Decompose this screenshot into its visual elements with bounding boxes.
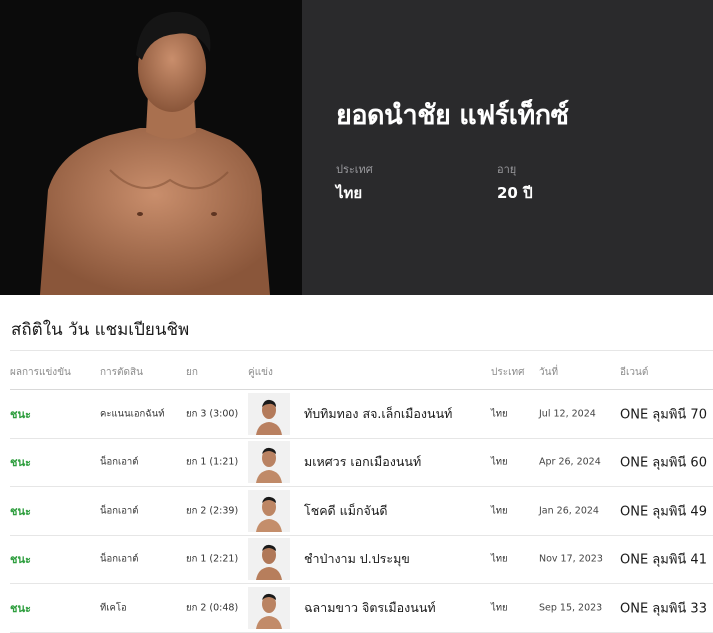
fighter-portrait-image	[0, 0, 302, 295]
table-row[interactable]: ชนะ น็อกเอาต์ ยก 2 (2:39) โชคดี แม็กจันด…	[10, 487, 713, 536]
event-link[interactable]: ONE ลุมพินี 49	[620, 500, 707, 521]
opponent-name-link[interactable]: โชคดี แม็กจันดี	[304, 501, 388, 521]
header-round: ยก	[186, 367, 198, 378]
header-result: ผลการแข่งขัน	[10, 367, 71, 378]
event-link[interactable]: ONE ลุมพินี 33	[620, 597, 707, 618]
country-cell: ไทย	[491, 602, 508, 614]
method-cell: คะแนนเอกฉันท์	[100, 408, 165, 420]
result-cell: ชนะ	[10, 504, 31, 518]
round-cell: ยก 2 (2:39)	[186, 505, 239, 517]
event-link[interactable]: ONE ลุมพินี 70	[620, 403, 707, 424]
header-date: วันที่	[539, 367, 559, 378]
round-cell: ยก 1 (2:21)	[186, 553, 239, 565]
round-cell: ยก 2 (0:48)	[186, 602, 239, 614]
fighter-hero: ยอดนำชัย แฟร์เท็กซ์ ประเทศ ไทย อายุ 20 ป…	[0, 0, 713, 295]
country-cell: ไทย	[491, 456, 508, 468]
age-label: อายุ	[497, 163, 517, 176]
table-row[interactable]: ชนะ น็อกเอาต์ ยก 1 (2:21) ชำป่างาม ป.ประ…	[10, 536, 713, 584]
result-cell: ชนะ	[10, 456, 31, 470]
round-cell: ยก 1 (1:21)	[186, 456, 239, 468]
header-country: ประเทศ	[491, 367, 525, 378]
table-header: ผลการแข่งขัน การตัดสิน ยก คู่แข่ง ประเทศ…	[10, 350, 713, 390]
result-cell: ชนะ	[10, 601, 31, 615]
table-row[interactable]: ชนะ คะแนนเอกฉันท์ ยก 3 (3:00) ทับทิมทอง …	[10, 390, 713, 439]
age-value: 20 ปี	[497, 184, 533, 202]
country-cell: ไทย	[491, 505, 508, 517]
round-cell: ยก 3 (3:00)	[186, 408, 239, 420]
date-cell: Apr 26, 2024	[539, 456, 601, 468]
event-link[interactable]: ONE ลุมพินี 41	[620, 549, 707, 570]
opponent-name-link[interactable]: ชำป่างาม ป.ประมุข	[304, 549, 410, 569]
table-row[interactable]: ชนะ ทีเคโอ ยก 2 (0:48) ฉลามขาว จิตรเมือง…	[10, 584, 713, 633]
date-cell: Nov 17, 2023	[539, 553, 603, 565]
header-method: การตัดสิน	[100, 367, 143, 378]
opponent-name-link[interactable]: ทับทิมทอง สจ.เล็กเมืองนนท์	[304, 404, 452, 424]
country-cell: ไทย	[491, 408, 508, 420]
country-label: ประเทศ	[336, 163, 373, 176]
table-row[interactable]: ชนะ น็อกเอาต์ ยก 1 (1:21) มเหศวร เอกเมือ…	[10, 439, 713, 487]
opponent-avatar[interactable]	[248, 586, 290, 629]
method-cell: ทีเคโอ	[100, 602, 127, 614]
date-cell: Jan 26, 2024	[539, 505, 599, 517]
method-cell: น็อกเอาต์	[100, 505, 139, 517]
event-link[interactable]: ONE ลุมพินี 60	[620, 452, 707, 473]
header-opponent: คู่แข่ง	[248, 367, 273, 378]
country-value: ไทย	[336, 184, 363, 202]
country-cell: ไทย	[491, 553, 508, 565]
fighter-photo	[0, 0, 302, 295]
stats-section-title: สถิติใน วัน แชมเปียนชิพ	[11, 320, 190, 340]
date-cell: Sep 15, 2023	[539, 602, 603, 614]
fight-record-table: ผลการแข่งขัน การตัดสิน ยก คู่แข่ง ประเทศ…	[10, 350, 713, 633]
header-event: อีเวนต์	[620, 367, 649, 378]
opponent-avatar[interactable]	[248, 538, 290, 581]
result-cell: ชนะ	[10, 553, 31, 567]
opponent-avatar[interactable]	[248, 489, 290, 532]
opponent-name-link[interactable]: มเหศวร เอกเมืองนนท์	[304, 452, 421, 472]
date-cell: Jul 12, 2024	[539, 408, 596, 420]
opponent-avatar[interactable]	[248, 392, 290, 435]
method-cell: น็อกเอาต์	[100, 456, 139, 468]
fighter-name: ยอดนำชัย แฟร์เท็กซ์	[336, 100, 569, 131]
result-cell: ชนะ	[10, 407, 31, 421]
opponent-avatar[interactable]	[248, 441, 290, 484]
opponent-name-link[interactable]: ฉลามขาว จิตรเมืองนนท์	[304, 598, 436, 618]
method-cell: น็อกเอาต์	[100, 553, 139, 565]
fighter-info-panel	[302, 0, 713, 295]
